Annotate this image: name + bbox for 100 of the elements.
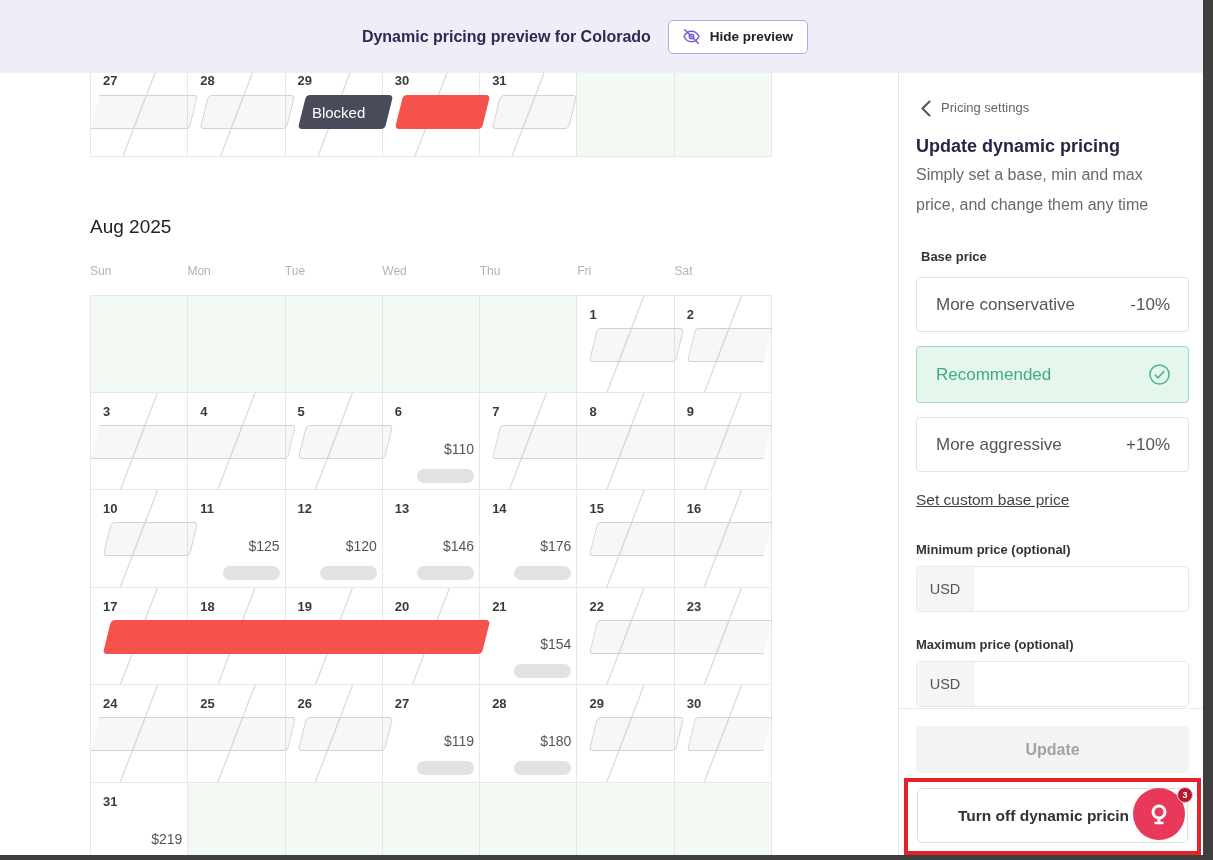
field-label: Maximum price (optional)	[916, 637, 1074, 653]
day-number: 31	[492, 73, 507, 88]
day-number: 5	[297, 403, 305, 419]
open-slot-bar[interactable]	[589, 328, 685, 362]
day-cell[interactable]: 28	[188, 73, 286, 157]
day-number: 26	[297, 696, 313, 711]
eye-off-icon	[682, 29, 700, 44]
day-cell[interactable]: 27	[91, 73, 189, 157]
day-cell[interactable]: 4	[188, 392, 286, 490]
price-input-field[interactable]: USD	[916, 661, 1189, 707]
open-slot-bar[interactable]	[491, 424, 772, 459]
day-cell[interactable]: 6 $110	[382, 392, 481, 490]
day-cell[interactable]: 7	[480, 392, 578, 490]
day-number: 31	[103, 793, 118, 809]
back-link[interactable]: Pricing settings	[921, 99, 1030, 117]
day-number: 10	[103, 501, 118, 516]
skeleton-bar	[319, 566, 377, 580]
price-label: $154	[540, 635, 572, 652]
day-number: 25	[200, 696, 215, 711]
price-label: $125	[248, 538, 280, 554]
day-cell[interactable]: 29	[577, 685, 675, 783]
open-slot-bar[interactable]	[297, 717, 394, 751]
day-cell[interactable]: 11 $125	[188, 490, 286, 588]
blocked-bar[interactable]: Blocked	[297, 95, 394, 129]
day-number: 16	[686, 501, 702, 516]
open-slot-bar[interactable]	[589, 522, 772, 556]
price-label: $119	[444, 733, 475, 749]
price-label: $180	[540, 733, 572, 749]
day-cell[interactable]: 26	[285, 685, 383, 783]
open-slot-bar[interactable]	[491, 95, 578, 129]
day-cell[interactable]: 25	[188, 685, 286, 783]
day-cell[interactable]: 21 $154	[480, 587, 578, 685]
open-slot-bar[interactable]	[91, 717, 296, 751]
weekday-label: Sat	[674, 263, 693, 279]
day-cell[interactable]: 31	[480, 73, 578, 157]
month-title: Aug 2025	[90, 215, 172, 239]
day-cell[interactable]: 16	[674, 490, 772, 588]
weekday-label: Mon	[187, 263, 211, 279]
day-number: 4	[200, 403, 208, 419]
skeleton-bar	[417, 761, 475, 775]
open-slot-bar[interactable]	[297, 424, 394, 459]
day-cell[interactable]: 10	[91, 490, 189, 588]
day-cell[interactable]: 13 $146	[382, 490, 481, 588]
day-cell[interactable]: 5	[285, 392, 383, 490]
day-number: 29	[589, 696, 604, 711]
weekday-label: Thu	[479, 263, 501, 279]
day-cell[interactable]: 1	[577, 296, 675, 393]
day-number: 29	[297, 73, 313, 88]
day-number: 27	[394, 696, 410, 711]
base-price-option[interactable]: More aggressive +10%	[916, 417, 1189, 472]
day-number: 17	[103, 598, 118, 614]
skeleton-bar	[417, 468, 475, 483]
lightbulb-icon	[1151, 803, 1167, 825]
hide-preview-button[interactable]: Hide preview	[667, 19, 809, 54]
day-number: 22	[589, 598, 604, 614]
base-price-option[interactable]: More conservative -10%	[916, 277, 1189, 332]
day-cell[interactable]: 12 $120	[285, 490, 383, 588]
custom-price-link[interactable]: Set custom base price	[916, 491, 1070, 509]
day-cell[interactable]: 24	[91, 685, 189, 783]
day-cell[interactable]: 9	[674, 392, 772, 490]
notification-badge: 3	[1177, 787, 1193, 803]
weekday-label: Wed	[382, 263, 407, 279]
day-number: 20	[394, 598, 410, 614]
day-number: 30	[394, 73, 410, 88]
open-slot-bar[interactable]	[589, 619, 772, 654]
weekday-label: Sun	[90, 263, 112, 279]
open-slot-bar[interactable]	[91, 424, 296, 459]
day-cell[interactable]: 27 $119	[382, 685, 481, 783]
reservation-bar[interactable]	[394, 95, 491, 129]
day-number: 21	[492, 598, 507, 614]
open-slot-bar[interactable]	[200, 95, 296, 129]
price-label: $110	[444, 440, 475, 457]
day-cell[interactable]: 8	[577, 392, 675, 490]
day-cell[interactable]: 23	[674, 587, 772, 685]
open-slot-bar[interactable]	[686, 328, 772, 362]
day-cell[interactable]: 15	[577, 490, 675, 588]
check-circle-icon	[1149, 364, 1170, 385]
open-slot-bar[interactable]	[91, 95, 199, 129]
banner-title: Dynamic pricing preview for Colorado	[361, 27, 651, 46]
field-label: Minimum price (optional)	[916, 542, 1071, 558]
day-number: 1	[589, 307, 597, 322]
day-cell[interactable]: 14 $176	[480, 490, 578, 588]
day-number: 11	[200, 501, 215, 516]
skeleton-bar	[514, 566, 572, 580]
day-cell[interactable]: 22	[577, 587, 675, 685]
day-cell[interactable]: 3	[91, 392, 189, 490]
weekday-label: Tue	[284, 263, 306, 279]
open-slot-bar[interactable]	[589, 717, 685, 751]
day-number: 2	[686, 307, 694, 322]
panel-title: Update dynamic pricing	[916, 135, 1121, 158]
price-input-field[interactable]: USD	[916, 566, 1189, 612]
day-number: 19	[297, 598, 313, 614]
day-number: 15	[589, 501, 604, 516]
day-cell[interactable]: 30	[674, 685, 772, 783]
day-number: 30	[686, 696, 702, 711]
day-number: 9	[686, 403, 694, 419]
day-cell[interactable]: 28 $180	[480, 685, 578, 783]
open-slot-bar[interactable]	[686, 717, 772, 751]
day-cell[interactable]: 2	[674, 296, 772, 393]
price-label: $219	[151, 830, 183, 847]
